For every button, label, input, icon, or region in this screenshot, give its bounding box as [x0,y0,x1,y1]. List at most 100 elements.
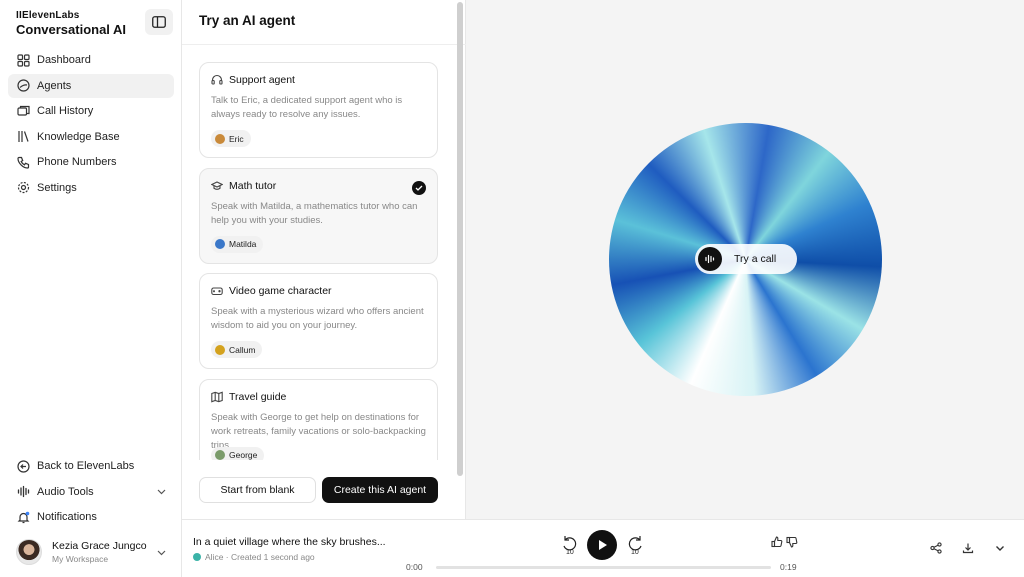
card-title: Math tutor [229,179,277,192]
chevron-down-icon [157,486,166,498]
brand-logo[interactable]: IIElevenLabs Conversational AI [16,10,126,37]
time-current: 0:00 [406,562,423,572]
sidebar-item-agents[interactable]: Agents [8,73,174,98]
try-call-button[interactable]: Try a call [695,244,797,274]
sidebar-item-label: Phone Numbers [37,156,117,169]
track-title[interactable]: In a quiet village where the sky brushes… [193,536,386,548]
voice-name: George [229,450,258,460]
brand-company: IIElevenLabs [16,10,80,21]
panel-scrollbar[interactable] [457,2,463,476]
track-created: Created 1 second ago [231,552,315,562]
card-header: Travel guide [211,391,426,403]
selected-check-icon [412,180,426,195]
voice-badge: George [211,446,265,460]
card-title: Travel guide [229,390,287,403]
time-total: 0:19 [780,562,797,572]
voice-avatar [215,450,225,460]
voice-badge: Eric [211,130,251,147]
voice-avatar [193,553,201,561]
start-from-blank-button[interactable]: Start from blank [199,477,316,503]
sidebar-item-phone-numbers[interactable]: Phone Numbers [8,150,174,174]
progress-bar[interactable] [436,566,771,569]
skip-back-button[interactable]: 10 [561,534,579,556]
main-nav: Dashboard Agents Call History Knowledge … [8,48,174,202]
voice-avatar [215,239,225,249]
sidebar-item-audio-tools[interactable]: Audio Tools [8,480,174,504]
voice-avatar [215,344,225,355]
play-button[interactable] [587,530,617,560]
card-header: Video game character [211,285,426,297]
workspace-name: My Workspace [52,554,109,564]
chevron-down-icon [157,543,166,561]
waveform-icon [16,485,30,499]
template-card-video-game-character[interactable]: Video game character Speak with a myster… [199,273,438,369]
sidebar-toggle-button[interactable] [145,9,173,35]
sidebar-item-label: Back to ElevenLabs [37,460,135,472]
voice-name: Eric [229,133,244,144]
books-icon [16,130,30,144]
template-card-math-tutor[interactable]: Math tutor Speak with Matilda, a mathema… [199,167,438,264]
try-call-label: Try a call [734,253,777,265]
sidebar-item-dashboard[interactable]: Dashboard [8,48,174,72]
voice-name: Callum [229,344,256,355]
app-root: IIElevenLabs Conversational AI Dashboard… [0,0,1024,577]
phone-icon [16,155,30,169]
template-card-support-agent[interactable]: Support agent Talk to Eric, a dedicated … [199,62,438,158]
card-title: Video game character [229,285,332,297]
chat-icon [16,104,30,118]
track-meta: Alice · Created 1 second ago [193,552,315,562]
sidebar-item-label: Dashboard [37,54,91,66]
track-voice: Alice [205,552,224,562]
create-agent-button[interactable]: Create this AI agent [322,477,438,503]
meta-separator: · [223,552,231,562]
skip-forward-label: 10 [631,549,639,556]
forward-10-icon: 10 [628,536,642,556]
sidebar-item-call-history[interactable]: Call History [8,99,174,123]
card-description: Speak with a mysterious wizard who offer… [211,306,424,331]
brand-product: Conversational AI [16,22,127,37]
user-menu[interactable]: Kezia Grace Jungco My Workspace [8,534,174,570]
expand-player-button[interactable] [994,542,1006,554]
share-button[interactable] [930,542,942,554]
voice-name: Matilda [229,239,257,249]
play-icon [598,540,607,550]
user-info: Kezia Grace Jungco My Workspace [52,540,147,564]
sidebar-item-notifications[interactable]: Notifications [8,505,174,529]
preview-stage: Try a call [466,0,1024,519]
gamepad-icon [211,285,223,297]
agent-templates-panel: Try an AI agent Support agent Talk to Er… [182,0,466,519]
card-title: Support agent [229,74,295,86]
user-name: Kezia Grace Jungco [52,540,147,552]
feedback-buttons [771,536,801,548]
template-card-travel-guide[interactable]: Travel guide Speak with George to get he… [199,378,438,460]
grid-icon [16,53,30,67]
bell-icon [16,510,30,524]
back-to-elevenlabs-link[interactable]: Back to ElevenLabs [8,454,174,478]
audio-player: In a quiet village where the sky brushes… [182,519,1024,577]
skip-forward-button[interactable]: 10 [626,534,644,556]
agent-icon [16,79,30,93]
gear-icon [16,181,30,195]
thumbs-down-icon[interactable] [786,536,798,548]
card-header: Math tutor [211,180,426,192]
rewind-10-icon: 10 [563,536,577,556]
sidebar-item-knowledge-base[interactable]: Knowledge Base [8,125,174,149]
sidebar: IIElevenLabs Conversational AI Dashboard… [0,0,182,577]
headset-icon [211,74,223,86]
map-icon [211,391,223,403]
download-button[interactable] [962,542,974,554]
thumbs-up-icon[interactable] [771,536,783,548]
sidebar-item-label: Call History [37,105,94,118]
waveform-icon [698,247,722,271]
template-list: Support agent Talk to Eric, a dedicated … [199,62,438,460]
download-icon [962,543,974,554]
sidebar-item-label: Notifications [37,511,97,524]
graduation-cap-icon [211,180,223,192]
sidebar-item-settings[interactable]: Settings [8,176,174,200]
avatar [16,539,42,565]
chevron-down-icon [996,546,1004,551]
sidebar-item-label: Audio Tools [37,485,94,498]
card-header: Support agent [211,74,426,86]
sidebar-item-label: Agents [37,79,72,92]
voice-badge: Matilda [211,235,264,253]
